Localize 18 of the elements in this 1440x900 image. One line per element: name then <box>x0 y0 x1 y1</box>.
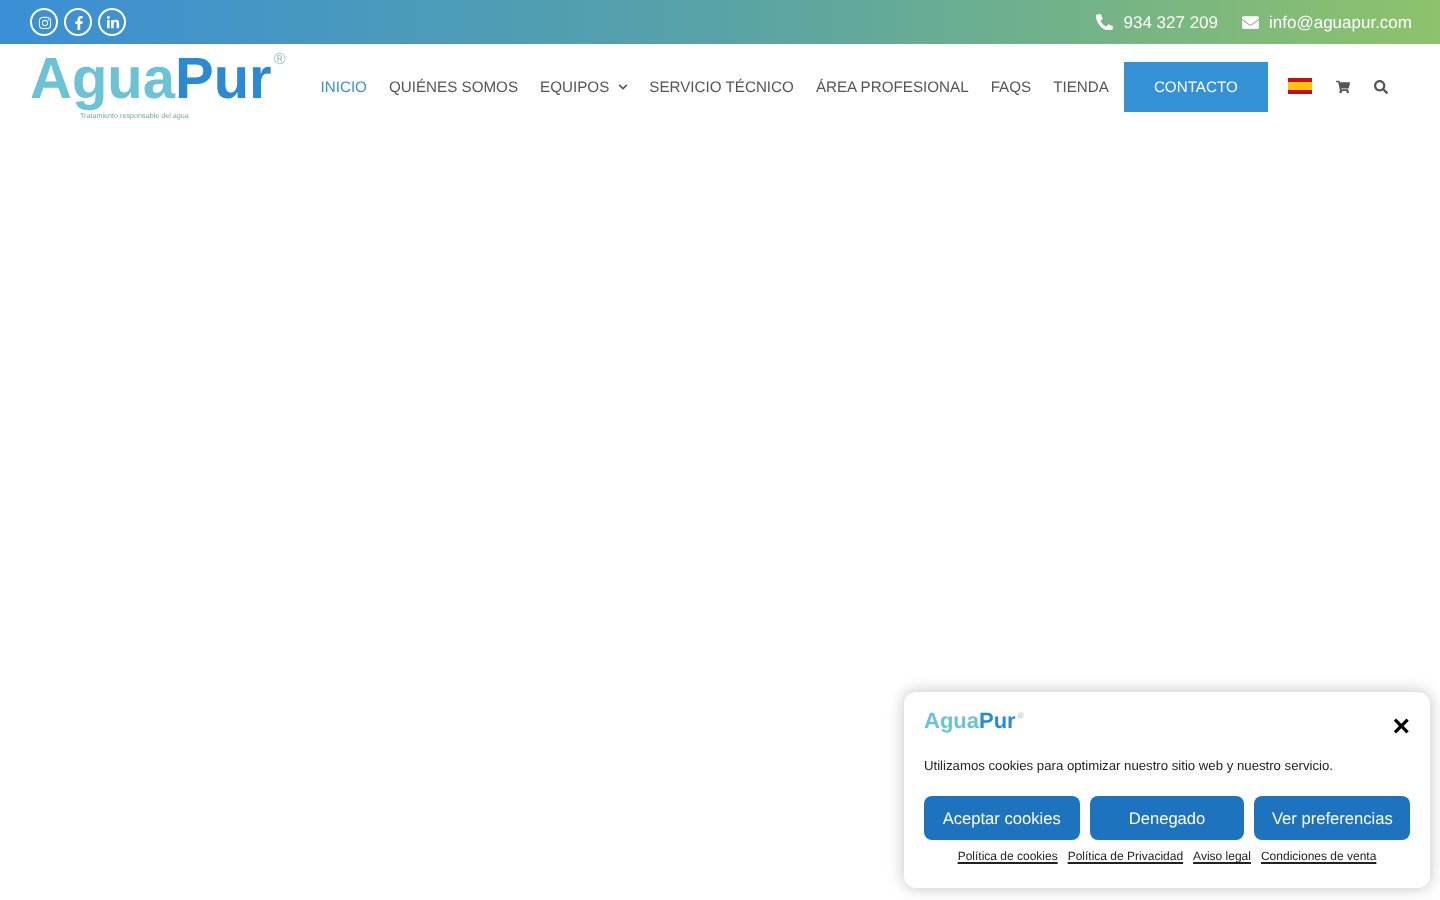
social-link[interactable] <box>30 8 58 36</box>
search-icon[interactable] <box>1373 79 1388 93</box>
linkedin-icon <box>105 15 119 29</box>
cookie-button[interactable]: Ver preferencias <box>1254 796 1411 840</box>
facebook-icon <box>71 15 85 29</box>
flag-icon[interactable] <box>1287 78 1312 94</box>
cart-icon[interactable] <box>1335 79 1350 93</box>
logo[interactable]: AguaPur® <box>30 52 286 110</box>
phone-icon <box>1096 13 1114 31</box>
cookie-button[interactable]: Denegado <box>1089 796 1245 840</box>
envelope-icon <box>1242 13 1260 31</box>
social-link[interactable] <box>98 8 126 36</box>
email-address: info@aguapur.com <box>1269 12 1412 32</box>
cookie-button[interactable]: Aceptar cookies <box>924 796 1080 840</box>
phone-number: 934 327 209 <box>1123 12 1219 32</box>
close-button[interactable]: × <box>1392 712 1410 742</box>
instagram-icon <box>37 15 51 29</box>
social-link[interactable] <box>64 8 92 36</box>
